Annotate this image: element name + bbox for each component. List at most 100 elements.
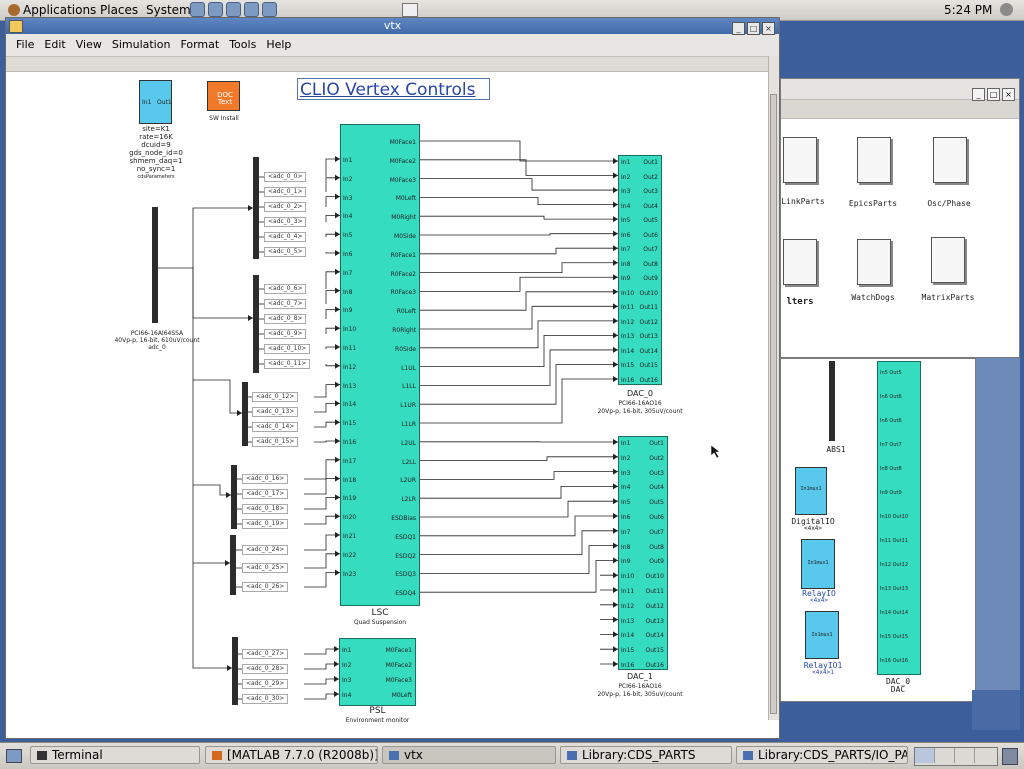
adc-goto-tag[interactable]: <adc_0_2> xyxy=(264,202,306,212)
lsc-output-port: L1UL xyxy=(401,365,416,372)
dac0-input-port: In7 xyxy=(621,246,630,253)
demux-1[interactable] xyxy=(253,157,259,259)
trash-icon[interactable] xyxy=(1002,748,1018,765)
task-vtx[interactable]: vtx xyxy=(382,746,556,764)
user-icon[interactable] xyxy=(1000,3,1013,16)
clock[interactable]: 5:24 PM xyxy=(944,3,992,17)
close-button[interactable]: × xyxy=(1002,88,1015,101)
doc-text-block[interactable]: DOC Text xyxy=(207,81,240,111)
adc-goto-tag[interactable]: <adc_0_24> xyxy=(242,545,288,555)
in-out-block[interactable]: In1 Out1 xyxy=(139,80,172,124)
adc-goto-tag[interactable]: <adc_0_30> xyxy=(242,694,288,704)
dac0-output-port: Out4 xyxy=(643,203,658,210)
adc-goto-tag[interactable]: <adc_0_13> xyxy=(252,407,298,417)
dac0-output-port: Out12 xyxy=(639,319,658,326)
watchdogs-icon[interactable] xyxy=(857,239,891,285)
lsc-input-port: In4 xyxy=(343,213,352,220)
dac1-block[interactable]: In1Out1In2Out2In3Out3In4Out4In5Out5In6Ou… xyxy=(618,436,668,670)
linkparts-icon[interactable] xyxy=(783,137,817,183)
signal-wire xyxy=(420,216,618,219)
lsc-output-port: M0Side xyxy=(394,233,416,240)
adc-goto-tag[interactable]: <adc_0_0> xyxy=(264,172,306,182)
adc-goto-tag[interactable]: <adc_0_26> xyxy=(242,582,288,592)
signal-wire xyxy=(420,501,618,517)
lsc-input-port: In19 xyxy=(343,495,356,502)
dac0-output-port: Out6 xyxy=(643,232,658,239)
epicsparts-icon[interactable] xyxy=(857,137,891,183)
dac1-output-port: Out10 xyxy=(645,573,664,580)
adc-goto-tag[interactable]: <adc_0_3> xyxy=(264,217,306,227)
demux-4[interactable] xyxy=(231,465,237,529)
dac1-input-port: In7 xyxy=(621,529,630,536)
demux-2[interactable] xyxy=(253,275,259,373)
lsc-output-port: L2UR xyxy=(400,477,416,484)
matrixparts-icon[interactable] xyxy=(931,237,965,283)
workspace-switcher[interactable] xyxy=(914,747,998,766)
lsc-input-port: In14 xyxy=(343,401,356,408)
filters-icon[interactable] xyxy=(783,239,817,285)
library-item-matrixparts[interactable]: MatrixParts xyxy=(913,293,983,302)
signal-wire xyxy=(420,292,618,310)
dac0-input-port: In5 xyxy=(621,217,630,224)
dac1-input-port: In1 xyxy=(621,440,630,447)
oscphase-icon[interactable] xyxy=(933,137,967,183)
lsc-block[interactable]: In1In2In3In4In5In6In7In8In9In10In11In12I… xyxy=(340,124,420,606)
io-dac-port: In16 Out16 xyxy=(880,658,908,665)
digitalio-block[interactable]: In1mux1 xyxy=(795,467,827,515)
adc-goto-tag[interactable]: <adc_0_12> xyxy=(252,392,298,402)
adc-goto-tag[interactable]: <adc_0_11> xyxy=(264,359,310,369)
library-item-linkparts[interactable]: LinkParts xyxy=(773,197,833,206)
task-terminal[interactable]: Terminal xyxy=(30,746,200,764)
adc-block[interactable] xyxy=(152,207,158,323)
adc-goto-tag[interactable]: <adc_0_7> xyxy=(264,299,306,309)
adc-goto-tag[interactable]: <adc_0_17> xyxy=(242,489,288,499)
adc-goto-tag[interactable]: <adc_0_14> xyxy=(252,422,298,432)
demux-5[interactable] xyxy=(230,535,236,595)
adc-goto-tag[interactable]: <adc_0_18> xyxy=(242,504,288,514)
adc-goto-tag[interactable]: <adc_0_9> xyxy=(264,329,306,339)
adc-goto-tag[interactable]: <adc_0_28> xyxy=(242,664,288,674)
adc-goto-tag[interactable]: <adc_0_19> xyxy=(242,519,288,529)
adc-goto-tag[interactable]: <adc_0_6> xyxy=(264,284,306,294)
diagram-title[interactable]: CLIO Vertex Controls xyxy=(300,80,476,100)
io-dac-block[interactable]: In5 Out5In6 Out6In6 Out6In7 Out7In8 Out8… xyxy=(877,361,921,675)
signal-wire xyxy=(326,159,340,177)
relayio1-block[interactable]: In1mux1 xyxy=(805,611,839,659)
signal-wire xyxy=(304,516,340,524)
parameter-line: shmem_daq=1 xyxy=(118,158,194,165)
maximize-button[interactable]: □ xyxy=(987,88,1000,101)
demux-3[interactable] xyxy=(242,382,248,446)
adc-goto-tag[interactable]: <adc_0_5> xyxy=(264,247,306,257)
demux-6[interactable] xyxy=(232,637,238,705)
adc-goto-tag[interactable]: <adc_0_27> xyxy=(242,649,288,659)
dac1-output-port: Out2 xyxy=(649,455,664,462)
show-desktop-icon[interactable] xyxy=(6,749,22,763)
library-item-oscphase[interactable]: Osc/Phase xyxy=(917,199,981,208)
lsc-output-port: R0Left xyxy=(397,308,416,315)
adc-goto-tag[interactable]: <adc_0_15> xyxy=(252,437,298,447)
adc-goto-tag[interactable]: <adc_0_4> xyxy=(264,232,306,242)
psl-block[interactable]: In1In2In3In4 M0Face1M0Face2M0Face3M0Left xyxy=(339,638,416,706)
abs-bus[interactable] xyxy=(829,361,835,441)
relayio-block[interactable]: In1mux1 xyxy=(801,539,835,589)
adc-goto-tag[interactable]: <adc_0_29> xyxy=(242,679,288,689)
adc-goto-tag[interactable]: <adc_0_8> xyxy=(264,314,306,324)
dac1-input-port: In2 xyxy=(621,455,630,462)
library-item-watchdogs[interactable]: WatchDogs xyxy=(841,293,905,302)
adc-goto-tag[interactable]: <adc_0_1> xyxy=(264,187,306,197)
adc-goto-tag[interactable]: <adc_0_16> xyxy=(242,474,288,484)
lsc-output-port: M0Face2 xyxy=(390,158,416,165)
dac1-input-port: In9 xyxy=(621,558,630,565)
adc-goto-tag[interactable]: <adc_0_10> xyxy=(264,344,310,354)
library-item-filters[interactable]: lters xyxy=(775,297,825,307)
library-item-epicsparts[interactable]: EpicsParts xyxy=(841,199,905,208)
task-library-cds-parts[interactable]: Library:CDS_PARTS xyxy=(560,746,732,764)
minimize-button[interactable]: _ xyxy=(972,88,985,101)
task-library-io-parts[interactable]: Library:CDS_PARTS/IO_PAR... xyxy=(736,746,908,764)
lsc-input-port: In3 xyxy=(343,195,352,202)
library-titlebar[interactable]: _□× xyxy=(781,79,1019,99)
adc-goto-tag[interactable]: <adc_0_25> xyxy=(242,563,288,573)
task-matlab[interactable]: [MATLAB 7.7.0 (R2008b)] xyxy=(205,746,378,764)
dac0-block[interactable]: In1Out1In2Out2In3Out3In4Out4In5Out5In6Ou… xyxy=(618,155,662,385)
desktop-logo xyxy=(972,690,1020,730)
